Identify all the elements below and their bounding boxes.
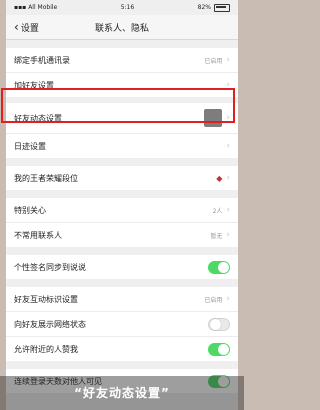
row-value: 暂无 (210, 232, 223, 240)
row-value: 已启用 (204, 57, 223, 65)
status-bar: ▪▪▪ All Mobile 5:16 82% (6, 0, 238, 15)
battery-percent: 82% (197, 4, 211, 11)
row-nearby-like: 允许附近的人赞我 (6, 337, 238, 361)
row-special-care[interactable]: 特别关心 2人 › (6, 198, 238, 223)
nearby-like-toggle[interactable] (208, 342, 230, 356)
row-label: 绑定手机通讯录 (14, 55, 70, 65)
caption: “好友动态设置” (0, 376, 244, 410)
chevron-right-icon: › (226, 80, 230, 90)
settings-group-5: 个性签名同步到说说 (6, 255, 238, 279)
row-label: 加好友设置 (14, 80, 54, 90)
row-infrequent-contacts[interactable]: 不常用联系人 暂无 › (6, 223, 238, 247)
chevron-left-icon: ‹ (14, 20, 19, 34)
signal-icon: ▪▪▪ (14, 4, 27, 11)
battery-icon (214, 3, 230, 12)
row-value: 2人 (212, 207, 223, 215)
chevron-right-icon: › (226, 230, 230, 240)
status-right: 82% (197, 3, 230, 12)
network-status-toggle[interactable] (208, 317, 230, 331)
navigation-bar: ‹ 设置 联系人、隐私 (6, 15, 238, 40)
chevron-right-icon: › (226, 294, 230, 304)
row-value: 已启用 (204, 296, 223, 304)
row-bind-contacts[interactable]: 绑定手机通讯录 已启用 › (6, 48, 238, 73)
settings-group-3: 我的王者荣耀段位 ◆ › (6, 166, 238, 190)
row-label: 好友动态设置 (14, 113, 62, 123)
row-signature-sync: 个性签名同步到说说 (6, 255, 238, 279)
settings-thumbnail (204, 109, 223, 127)
row-friend-feed-settings[interactable]: 好友动态设置 › (6, 103, 238, 134)
chevron-right-icon: › (226, 113, 230, 123)
row-label: 日迹设置 (14, 141, 46, 151)
row-label: 不常用联系人 (14, 230, 62, 240)
settings-group-1: 绑定手机通讯录 已启用 › 加好友设置 › (6, 48, 238, 97)
settings-group-6: 好友互动标识设置 已启用 › 向好友展示网络状态 允许附近的人赞我 (6, 287, 238, 361)
rank-badge-icon: ◆ (216, 173, 223, 183)
settings-group-4: 特别关心 2人 › 不常用联系人 暂无 › (6, 198, 238, 247)
chevron-right-icon: › (226, 141, 230, 151)
chevron-right-icon: › (226, 205, 230, 215)
back-label: 设置 (20, 23, 39, 34)
page-title: 联系人、隐私 (94, 23, 149, 34)
row-interaction-badge[interactable]: 好友互动标识设置 已启用 › (6, 287, 238, 312)
status-left: ▪▪▪ All Mobile (14, 4, 57, 11)
row-label: 个性签名同步到说说 (14, 262, 86, 272)
row-label: 允许附近的人赞我 (14, 344, 78, 354)
signature-sync-toggle[interactable] (208, 260, 230, 274)
chevron-right-icon: › (226, 173, 230, 183)
chevron-right-icon: › (226, 55, 230, 65)
row-add-friend-settings[interactable]: 加好友设置 › (6, 73, 238, 97)
time-label: 5:16 (120, 4, 135, 11)
row-network-status: 向好友展示网络状态 (6, 312, 238, 337)
row-label: 我的王者荣耀段位 (14, 173, 78, 183)
carrier-label: All Mobile (28, 4, 58, 11)
back-button[interactable]: ‹ 设置 (6, 21, 39, 34)
row-game-rank[interactable]: 我的王者荣耀段位 ◆ › (6, 166, 238, 190)
row-label: 特别关心 (14, 205, 46, 215)
row-daily-trace-settings[interactable]: 日迹设置 › (6, 134, 238, 158)
row-label: 好友互动标识设置 (14, 294, 78, 304)
phone-screen: ▪▪▪ All Mobile 5:16 82% ‹ 设置 联系人、隐私 绑定手机… (6, 0, 238, 410)
row-label: 向好友展示网络状态 (14, 319, 86, 329)
settings-group-2: 好友动态设置 › 日迹设置 › (6, 103, 238, 158)
